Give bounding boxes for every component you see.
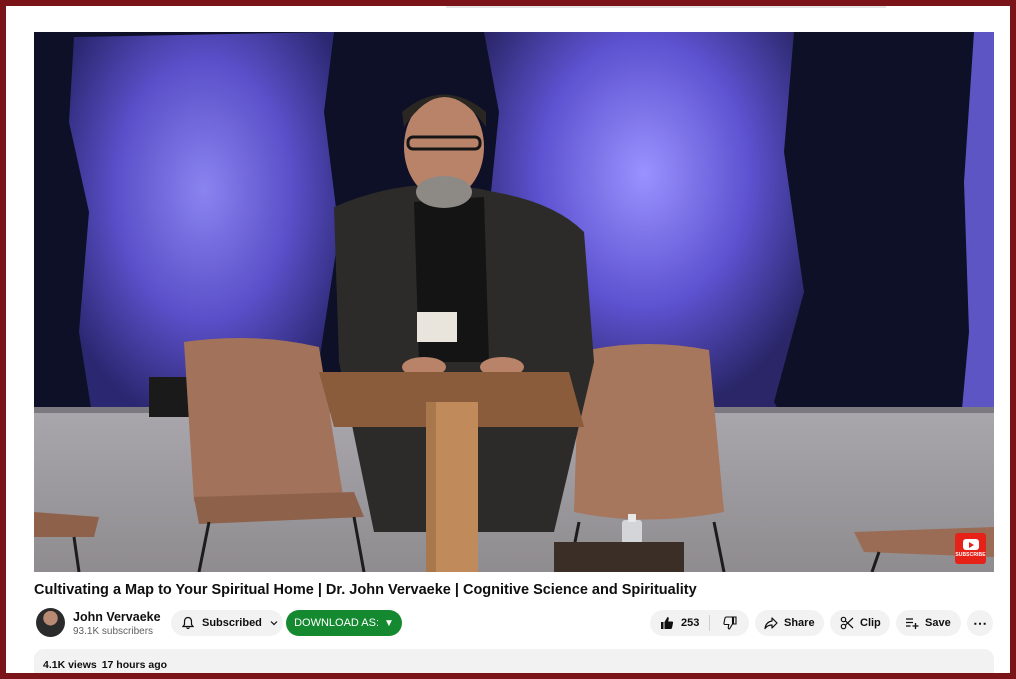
share-button[interactable]: Share [755,610,824,636]
like-count: 253 [681,617,700,629]
more-icon: ⋯ [973,614,987,631]
playlist-add-icon [906,618,919,629]
subscriber-count: 93.1K subscribers [73,626,154,637]
save-label: Save [925,617,951,629]
subscribe-watermark-icon[interactable]: SUBSCRIBE [955,533,986,564]
clip-button[interactable]: Clip [830,610,890,636]
video-frame [34,32,994,572]
share-label: Share [784,617,815,629]
subscribed-button[interactable]: Subscribed [171,610,283,636]
subscribed-label: Subscribed [202,617,262,629]
bell-icon [181,616,195,630]
channel-name[interactable]: John Vervaeke [73,610,161,624]
video-title: Cultivating a Map to Your Spiritual Home… [34,582,697,598]
video-player[interactable]: SUBSCRIBE [34,32,994,572]
description-box[interactable]: 4.1K views 17 hours ago [34,649,994,673]
save-button[interactable]: Save [896,610,961,636]
view-count: 4.1K views [43,659,97,671]
video-meta: 4.1K views 17 hours ago [43,659,167,671]
scissors-icon [840,616,854,630]
clip-label: Clip [860,617,881,629]
dropdown-arrow-icon: ▼ [384,617,394,629]
download-button[interactable]: DOWNLOAD AS: ▼ [286,610,402,636]
thumbs-down-icon [722,616,737,630]
dislike-button[interactable] [710,610,749,636]
more-actions-button[interactable]: ⋯ [967,610,993,636]
download-label: DOWNLOAD AS: [294,617,380,629]
like-button[interactable]: 253 [650,610,709,636]
search-bar-edge [446,6,886,8]
upload-date: 17 hours ago [101,659,168,671]
watermark-label: SUBSCRIBE [955,552,986,558]
youtube-watch-page: SUBSCRIBE Cultivating a Map to Your Spir… [6,6,1010,673]
share-icon [764,617,778,630]
channel-actions-row: John Vervaeke 93.1K subscribers Subscrib… [34,608,994,642]
play-icon [962,539,979,550]
like-dislike-group: 253 [650,610,749,636]
thumbs-up-icon [661,617,674,629]
chevron-down-icon [270,621,278,626]
avatar-icon[interactable] [36,608,65,637]
